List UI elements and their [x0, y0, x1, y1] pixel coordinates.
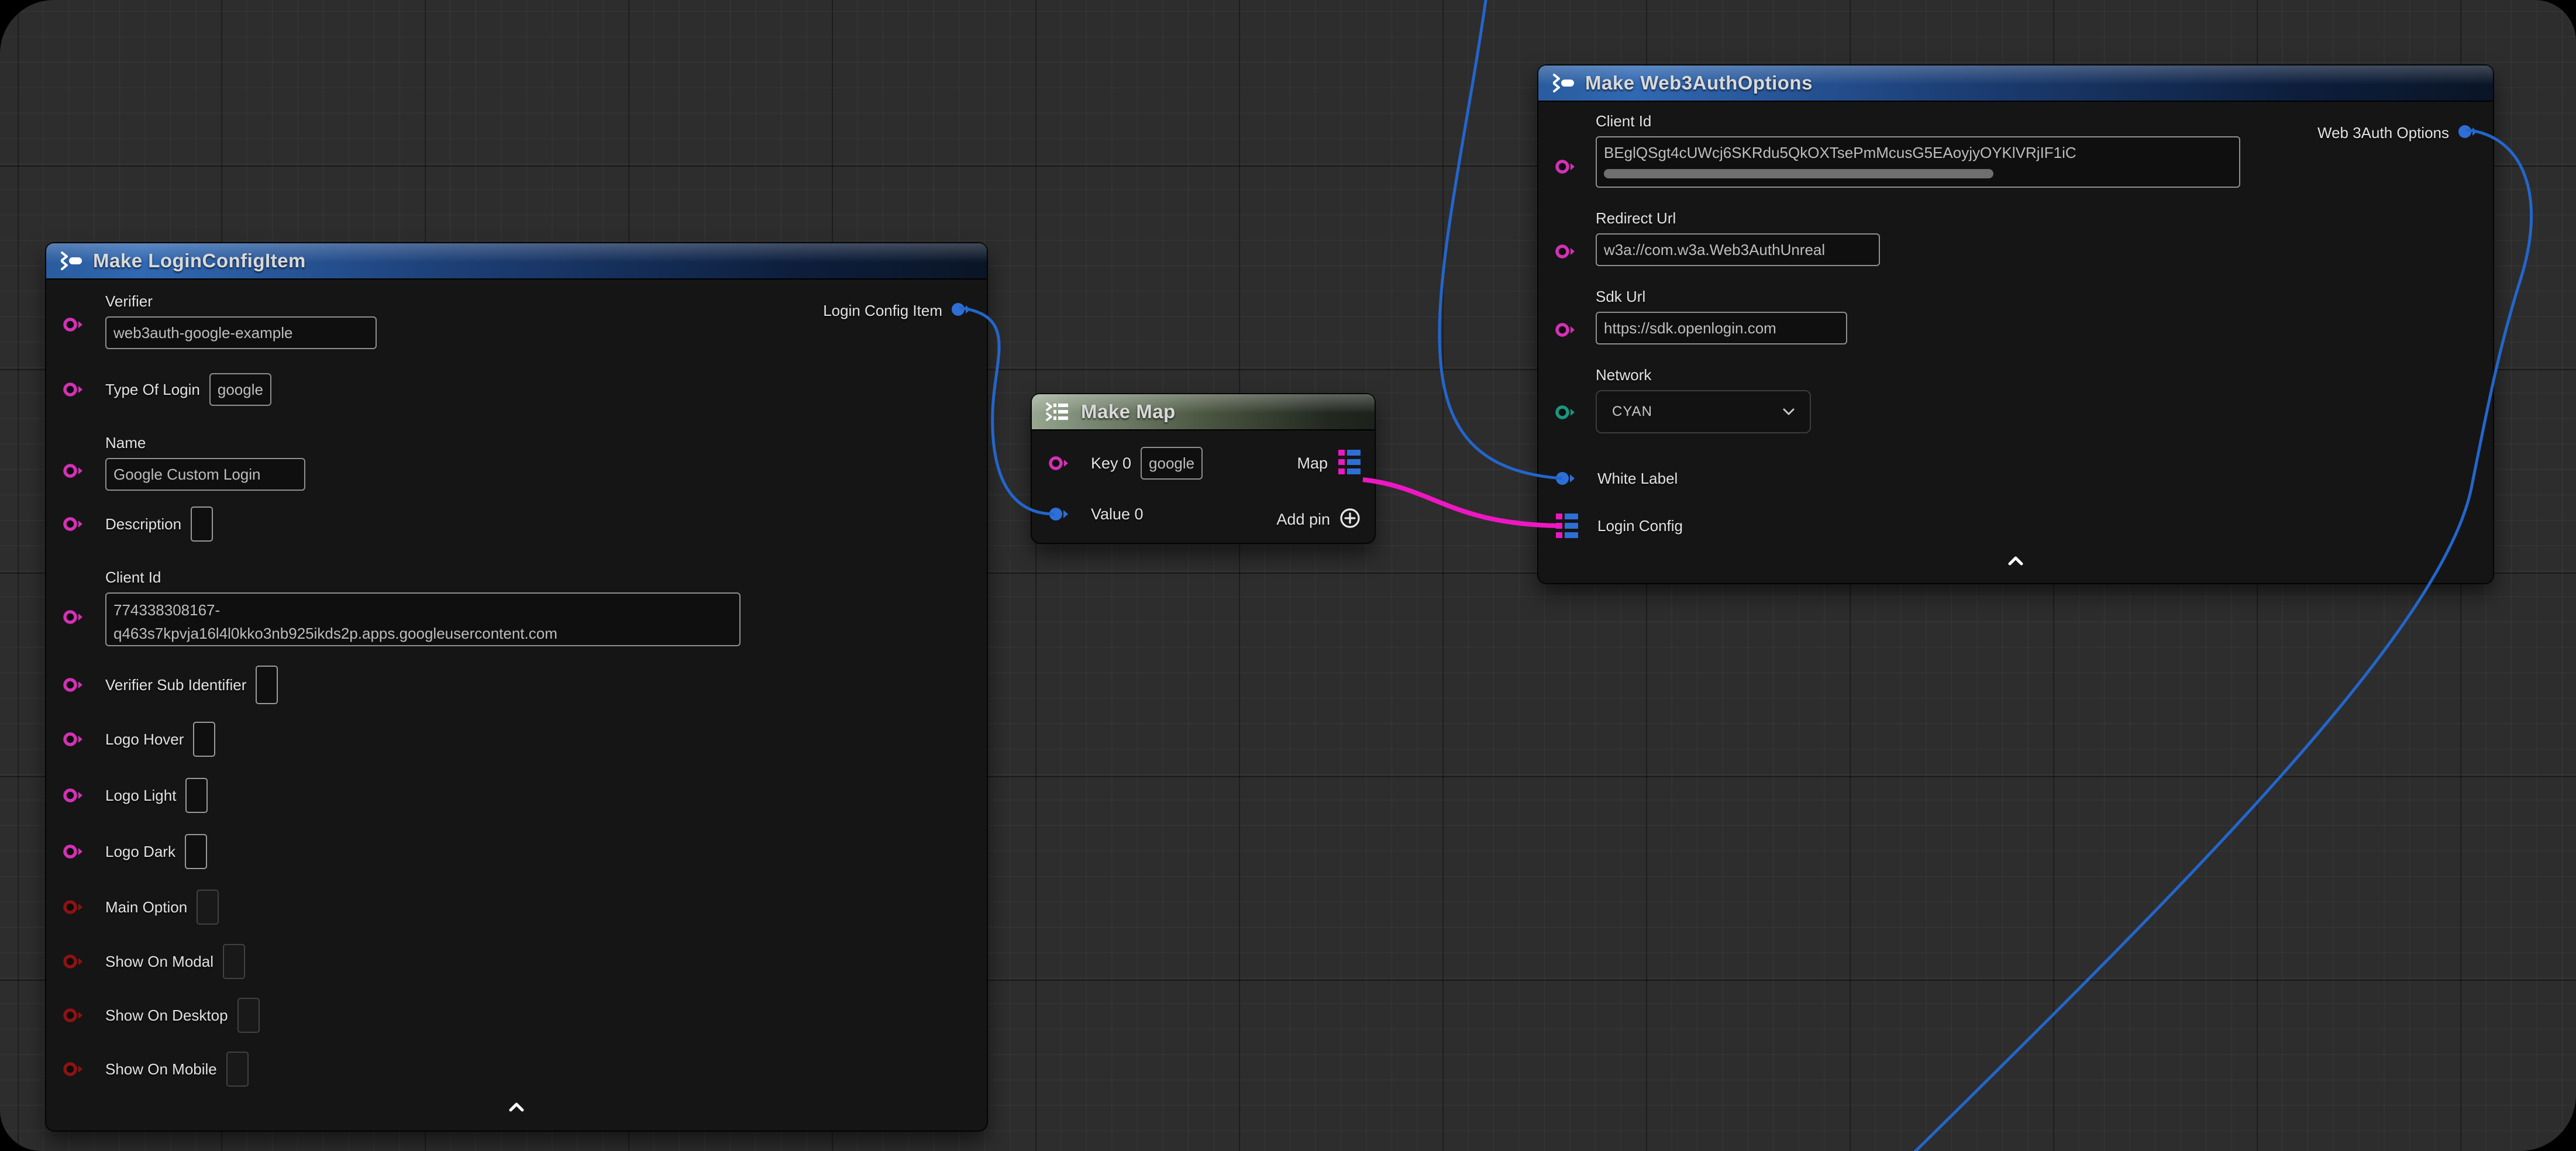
pin-name-input[interactable]	[63, 462, 85, 480]
network-dropdown-value: CYAN	[1612, 404, 1652, 420]
show-on-mobile-checkbox[interactable]	[226, 1052, 249, 1087]
type-of-login-input[interactable]: google	[209, 373, 271, 406]
make-struct-icon	[1551, 73, 1576, 93]
verifier-sub-identifier-label: Verifier Sub Identifier	[105, 676, 246, 694]
logo-light-input[interactable]	[185, 778, 208, 813]
show-on-modal-checkbox[interactable]	[223, 944, 245, 979]
redirect-url-label: Redirect Url	[1596, 209, 1676, 228]
node-make-web3authoptions[interactable]: Make Web3AuthOptions Client Id BEglQSgt4…	[1538, 66, 2493, 583]
description-label: Description	[105, 515, 181, 533]
wire-map-to-loginconfig[interactable]	[1363, 480, 1559, 526]
verifier-sub-identifier-input[interactable]	[256, 666, 278, 704]
client-id-scrollbar-thumb[interactable]	[1604, 169, 1993, 178]
sdk-url-label: Sdk Url	[1596, 288, 1645, 306]
name-label: Name	[105, 434, 146, 452]
pin-web3auth-options-output[interactable]	[2457, 123, 2479, 143]
verifier-label: Verifier	[105, 292, 153, 311]
pin-redirect-url-input[interactable]	[1555, 243, 1577, 260]
redirect-url-input[interactable]: w3a://com.w3a.Web3AuthUnreal	[1596, 233, 1880, 266]
sdk-url-input[interactable]: https://sdk.openlogin.com	[1596, 312, 1847, 344]
node-title: Make LoginConfigItem	[93, 250, 306, 272]
pin-verifier-input[interactable]	[63, 316, 85, 333]
client-id-label: Client Id	[1596, 112, 1651, 130]
pin-login-config-item-output[interactable]	[950, 301, 973, 321]
logo-hover-input[interactable]	[193, 722, 215, 757]
client-id-input[interactable]: BEglQSgt4cUWcj6SKRdu5QkOXTsePmMcusG5EAoy…	[1596, 136, 2240, 188]
pin-client-id-input[interactable]	[1555, 158, 1577, 175]
logo-dark-input[interactable]	[185, 834, 207, 869]
show-on-desktop-label: Show On Desktop	[105, 1007, 228, 1025]
pin-client-id-input[interactable]	[63, 608, 85, 626]
pin-network-input[interactable]	[1555, 404, 1577, 421]
logo-light-label: Logo Light	[105, 787, 176, 805]
chevron-down-icon	[1783, 408, 1795, 416]
key-0-input[interactable]: google	[1141, 447, 1203, 480]
client-id-scrollbar-track[interactable]	[1604, 169, 2232, 178]
node-title: Make Web3AuthOptions	[1585, 72, 1813, 94]
make-map-icon	[1045, 402, 1072, 422]
logo-hover-label: Logo Hover	[105, 730, 184, 749]
pin-sdk-url-input[interactable]	[1555, 321, 1577, 339]
blueprint-editor-window: Make LoginConfigItem Verifier web3auth-g…	[0, 0, 2576, 1151]
web3auth-options-label: Web 3Auth Options	[2317, 124, 2449, 142]
node-make-map[interactable]: Make Map Key 0 google Map Val	[1032, 394, 1375, 543]
make-struct-icon	[59, 251, 84, 271]
main-option-label: Main Option	[105, 898, 187, 916]
type-of-login-label: Type Of Login	[105, 381, 200, 399]
node-header[interactable]: Make LoginConfigItem	[46, 243, 987, 280]
login-config-item-label: Login Config Item	[823, 302, 942, 320]
main-option-checkbox[interactable]	[197, 890, 219, 925]
node-header[interactable]: Make Map	[1032, 394, 1375, 430]
node-title: Make Map	[1081, 401, 1176, 423]
pin-map-output[interactable]	[1337, 449, 1362, 478]
add-pin-label: Add pin	[1276, 511, 1330, 529]
map-output-label: Map	[1297, 454, 1328, 473]
description-input[interactable]	[191, 506, 213, 542]
value-0-label: Value 0	[1091, 505, 1144, 523]
login-config-label: Login Config	[1597, 517, 1683, 535]
key-0-label: Key 0	[1091, 454, 1131, 473]
show-on-mobile-label: Show On Mobile	[105, 1060, 217, 1078]
collapse-node-chevron-icon[interactable]	[2007, 556, 2024, 569]
name-input[interactable]: Google Custom Login	[105, 458, 305, 491]
network-dropdown[interactable]: CYAN	[1596, 390, 1811, 433]
graph-canvas[interactable]: Make LoginConfigItem Verifier web3auth-g…	[0, 0, 2576, 1151]
logo-dark-label: Logo Dark	[105, 843, 175, 861]
client-id-input[interactable]: 774338308167-q463s7kpvja16l4l0kko3nb925i…	[105, 592, 741, 646]
client-id-label: Client Id	[105, 568, 161, 587]
white-label-label: White Label	[1597, 470, 1678, 488]
add-pin-icon[interactable]	[1338, 506, 1362, 533]
node-header[interactable]: Make Web3AuthOptions	[1538, 66, 2493, 102]
show-on-desktop-checkbox[interactable]	[237, 998, 260, 1033]
node-make-loginconfigitem[interactable]: Make LoginConfigItem Verifier web3auth-g…	[46, 243, 987, 1131]
show-on-modal-label: Show On Modal	[105, 953, 213, 971]
network-label: Network	[1596, 366, 1651, 384]
verifier-input[interactable]: web3auth-google-example	[105, 316, 377, 349]
collapse-node-chevron-icon[interactable]	[508, 1102, 525, 1115]
